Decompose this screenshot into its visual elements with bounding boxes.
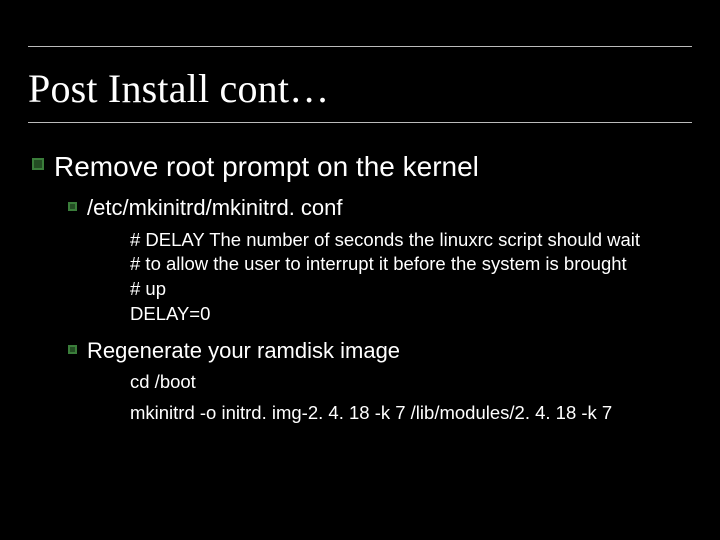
code-line: cd /boot bbox=[130, 369, 692, 396]
code-line: # DELAY The number of seconds the linuxr… bbox=[130, 228, 692, 253]
code-line: # to allow the user to interrupt it befo… bbox=[130, 252, 692, 277]
bullet-icon bbox=[68, 345, 77, 354]
bullet1-text: Remove root prompt on the kernel bbox=[54, 149, 479, 184]
code-line: # up bbox=[130, 277, 692, 302]
title-area: Post Install cont… bbox=[28, 46, 692, 123]
code-line: mkinitrd -o initrd. img-2. 4. 18 -k 7 /l… bbox=[130, 400, 692, 427]
bullet-level2-1: /etc/mkinitrd/mkinitrd. conf bbox=[68, 194, 692, 222]
slide-title: Post Install cont… bbox=[28, 65, 692, 112]
code-line: DELAY=0 bbox=[130, 302, 692, 327]
bullet-icon bbox=[68, 202, 77, 211]
sub2-text: Regenerate your ramdisk image bbox=[87, 337, 400, 365]
bullet-icon bbox=[32, 158, 44, 170]
bullet-level1: Remove root prompt on the kernel bbox=[32, 149, 692, 184]
bullet-level2-2: Regenerate your ramdisk image bbox=[68, 337, 692, 365]
level2-group: /etc/mkinitrd/mkinitrd. conf # DELAY The… bbox=[68, 194, 692, 427]
slide: Post Install cont… Remove root prompt on… bbox=[0, 0, 720, 540]
sub1-text: /etc/mkinitrd/mkinitrd. conf bbox=[87, 194, 343, 222]
code-block-1: # DELAY The number of seconds the linuxr… bbox=[130, 228, 692, 328]
code-block-2: cd /boot mkinitrd -o initrd. img-2. 4. 1… bbox=[130, 369, 692, 427]
